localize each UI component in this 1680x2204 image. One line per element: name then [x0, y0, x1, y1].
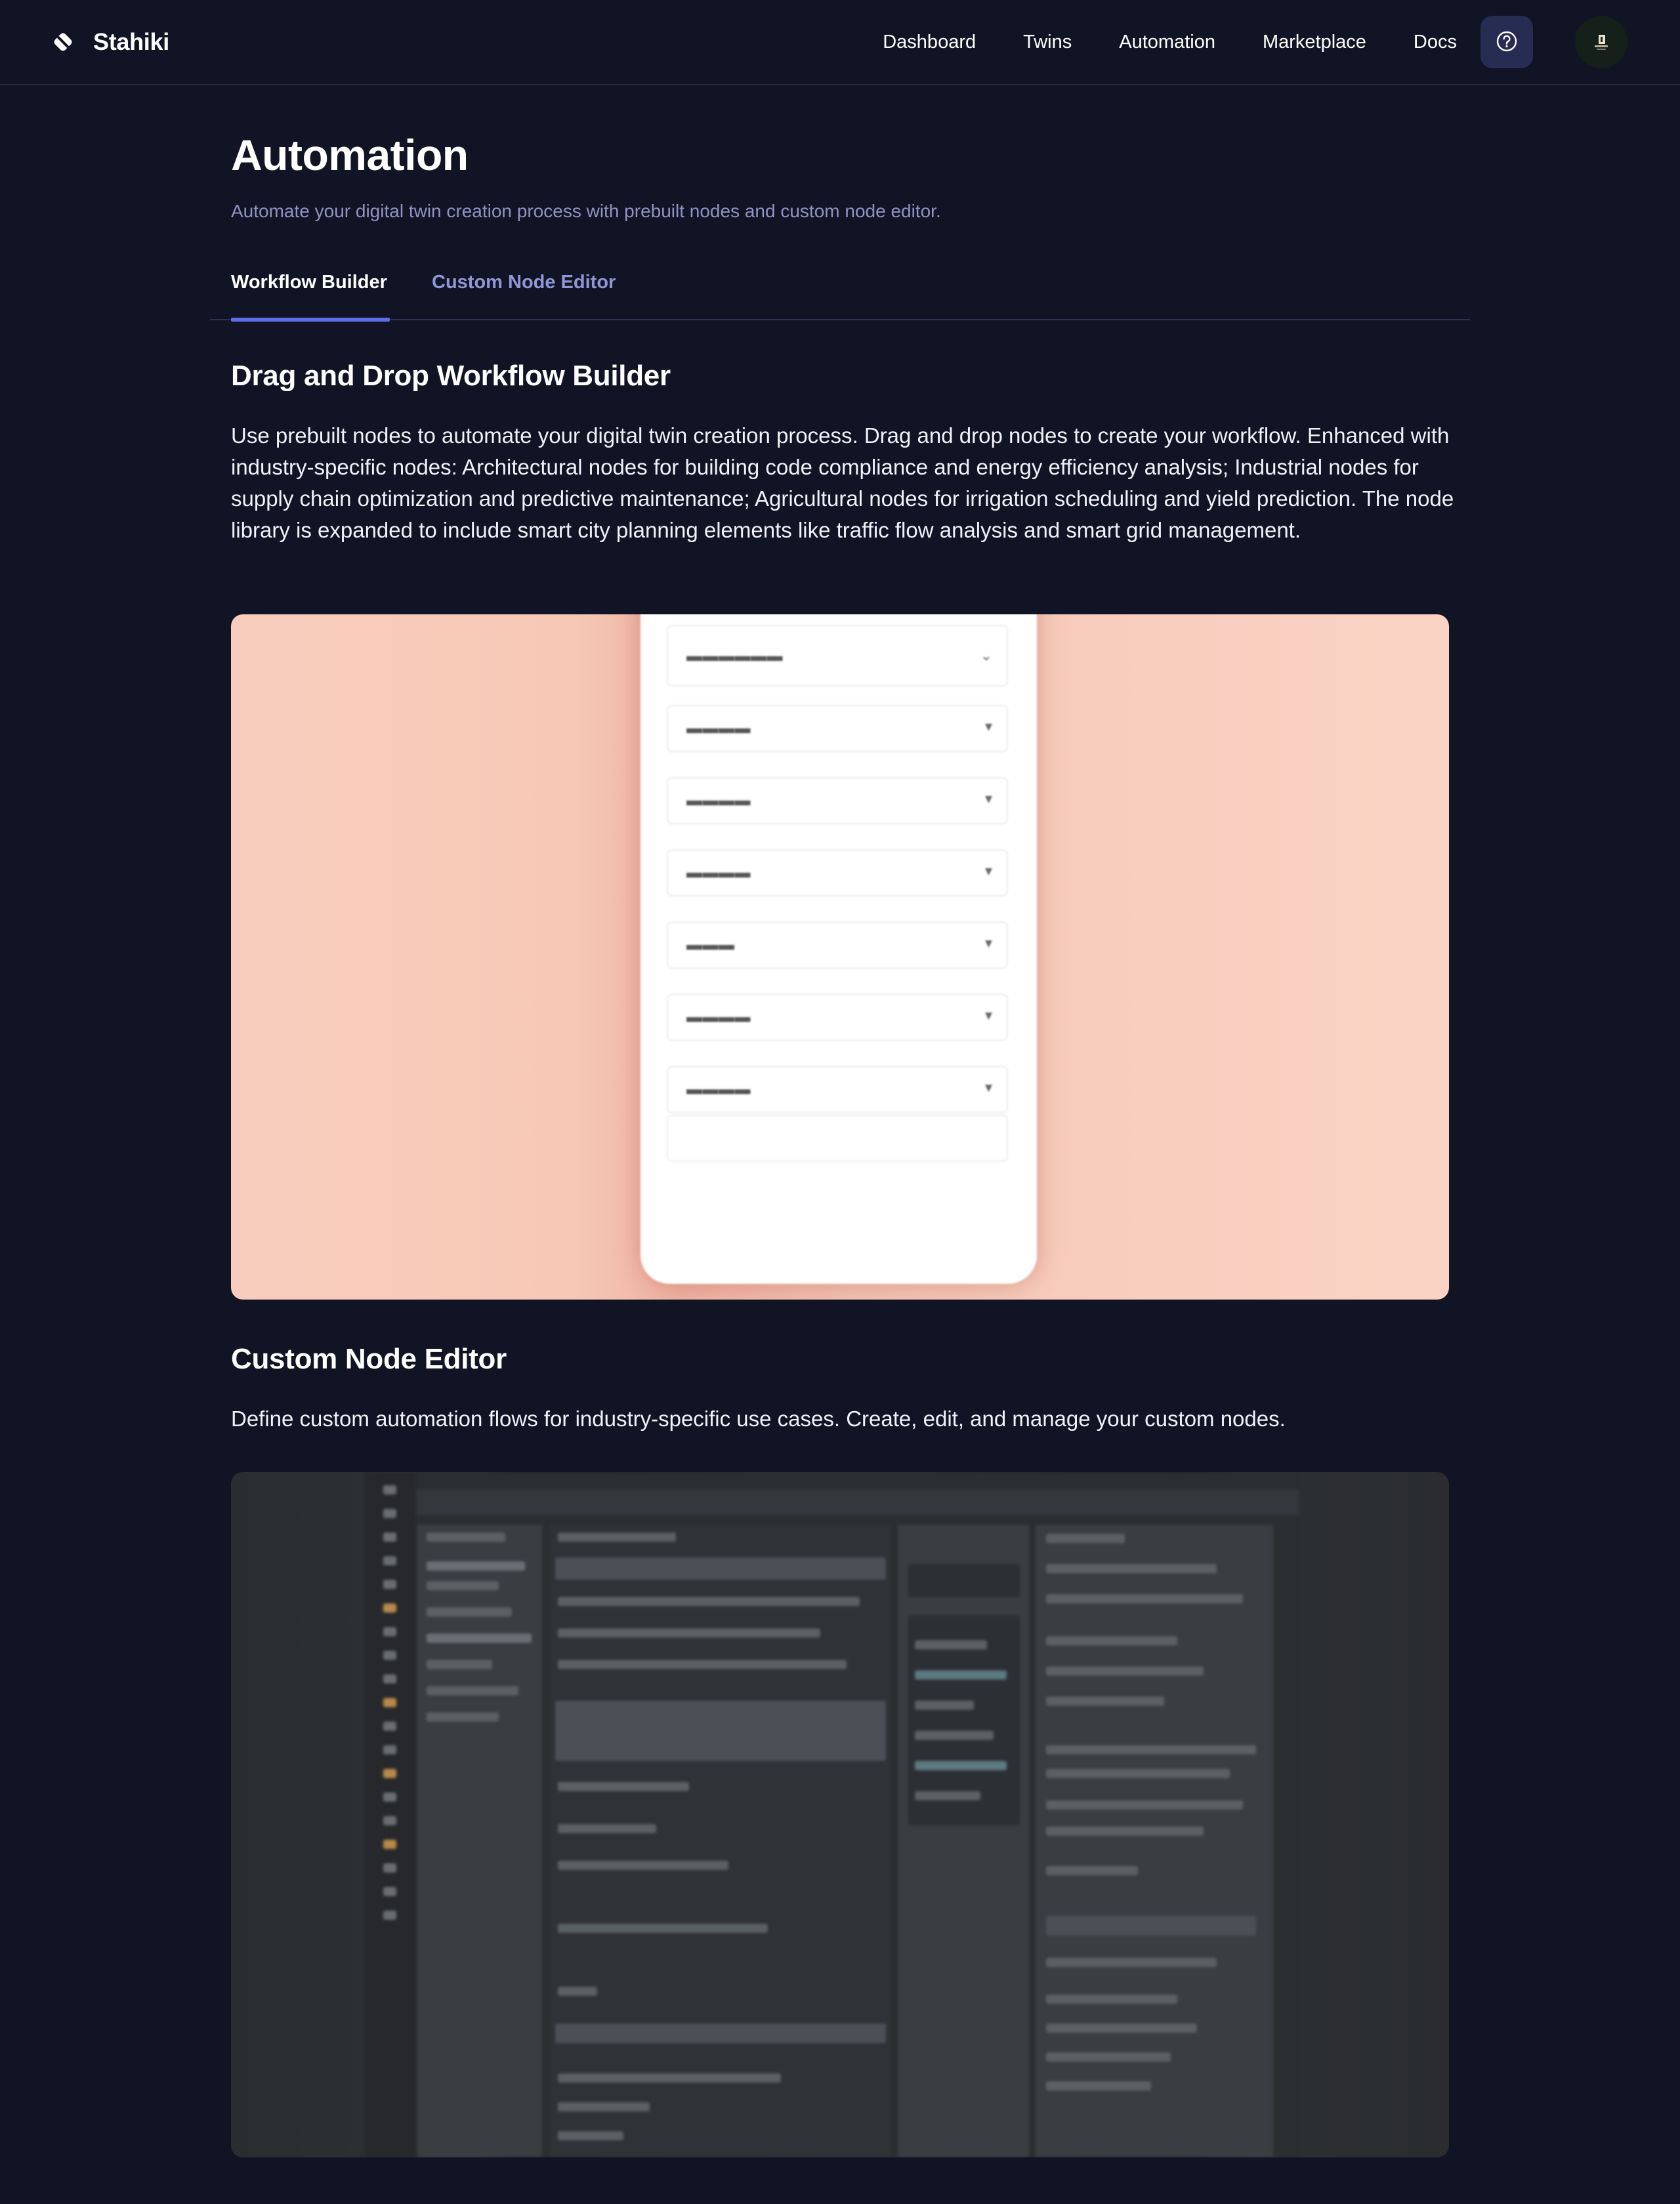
main-nav: Dashboard Twins Automation Marketplace D… [835, 22, 1457, 62]
nav-link-docs[interactable]: Docs [1414, 32, 1457, 53]
mockup-empty-field [667, 1114, 1008, 1162]
page-title: Automation [231, 131, 469, 179]
top-navigation: Stahiki Dashboard Twins Automation Marke… [0, 0, 1680, 85]
mockup-right-panel [1036, 1525, 1273, 2157]
form-mockup: ▬▬▬▬▬▬ ⌄ ▬▬▬▬ ▾ ▬▬▬▬ ▾ ▬▬▬▬ ▾ ▬▬▬ ▾ ▬▬▬▬ ▾ ▬▬… [640, 614, 1037, 1284]
mockup-select: ▬▬▬▬ ▾ [667, 994, 1008, 1041]
workflow-section-title: Drag and Drop Workflow Builder [231, 360, 671, 392]
brand-name: Stahiki [93, 28, 169, 55]
nav-link-dashboard[interactable]: Dashboard [883, 32, 976, 53]
mockup-center-panel [550, 1525, 891, 2157]
tab-label: Custom Node Editor [432, 272, 616, 293]
tab-bar: Workflow Builder Custom Node Editor [210, 257, 1470, 322]
question-circle-icon [1496, 30, 1518, 54]
mockup-select: ▬▬▬▬ ▾ [667, 849, 1008, 897]
tab-workflow-builder[interactable]: Workflow Builder [231, 272, 390, 322]
nav-link-marketplace[interactable]: Marketplace [1263, 32, 1366, 53]
mockup-left-panel [417, 1525, 542, 2157]
custom-node-editor-preview-image [231, 1472, 1449, 2157]
mockup-select: ▬▬▬▬▬▬ ⌄ [667, 625, 1008, 687]
mockup-icon-rail [365, 1472, 416, 2157]
mockup-select: ▬▬▬▬ ▾ [667, 1066, 1008, 1113]
mockup-toolbar [416, 1489, 1299, 1515]
mockup-mid-panel [898, 1525, 1029, 2157]
nav-link-twins[interactable]: Twins [1023, 32, 1072, 53]
page-subtitle: Automate your digital twin creation proc… [231, 201, 941, 221]
brand[interactable]: Stahiki [50, 22, 169, 62]
custom-editor-section-title: Custom Node Editor [231, 1343, 507, 1375]
nav-link-automation[interactable]: Automation [1119, 32, 1215, 53]
avatar-image [1595, 35, 1608, 50]
editor-mockup [365, 1472, 1299, 2157]
tab-label: Workflow Builder [231, 272, 387, 293]
help-button[interactable] [1480, 16, 1533, 68]
workflow-section-description: Use prebuilt nodes to automate your digi… [231, 423, 1454, 542]
brand-logo-icon [50, 29, 76, 55]
custom-editor-section-description: Define custom automation flows for indus… [231, 1407, 1286, 1431]
user-avatar[interactable] [1575, 16, 1628, 68]
mockup-select: ▬▬▬▬ ▾ [667, 705, 1008, 752]
mockup-select: ▬▬▬▬ ▾ [667, 777, 1008, 824]
tab-custom-node-editor[interactable]: Custom Node Editor [432, 272, 622, 320]
mockup-select: ▬▬▬ ▾ [667, 922, 1008, 969]
workflow-builder-preview-image: ▬▬▬▬▬▬ ⌄ ▬▬▬▬ ▾ ▬▬▬▬ ▾ ▬▬▬▬ ▾ ▬▬▬ ▾ ▬▬▬▬ ▾ ▬▬… [231, 614, 1449, 1300]
